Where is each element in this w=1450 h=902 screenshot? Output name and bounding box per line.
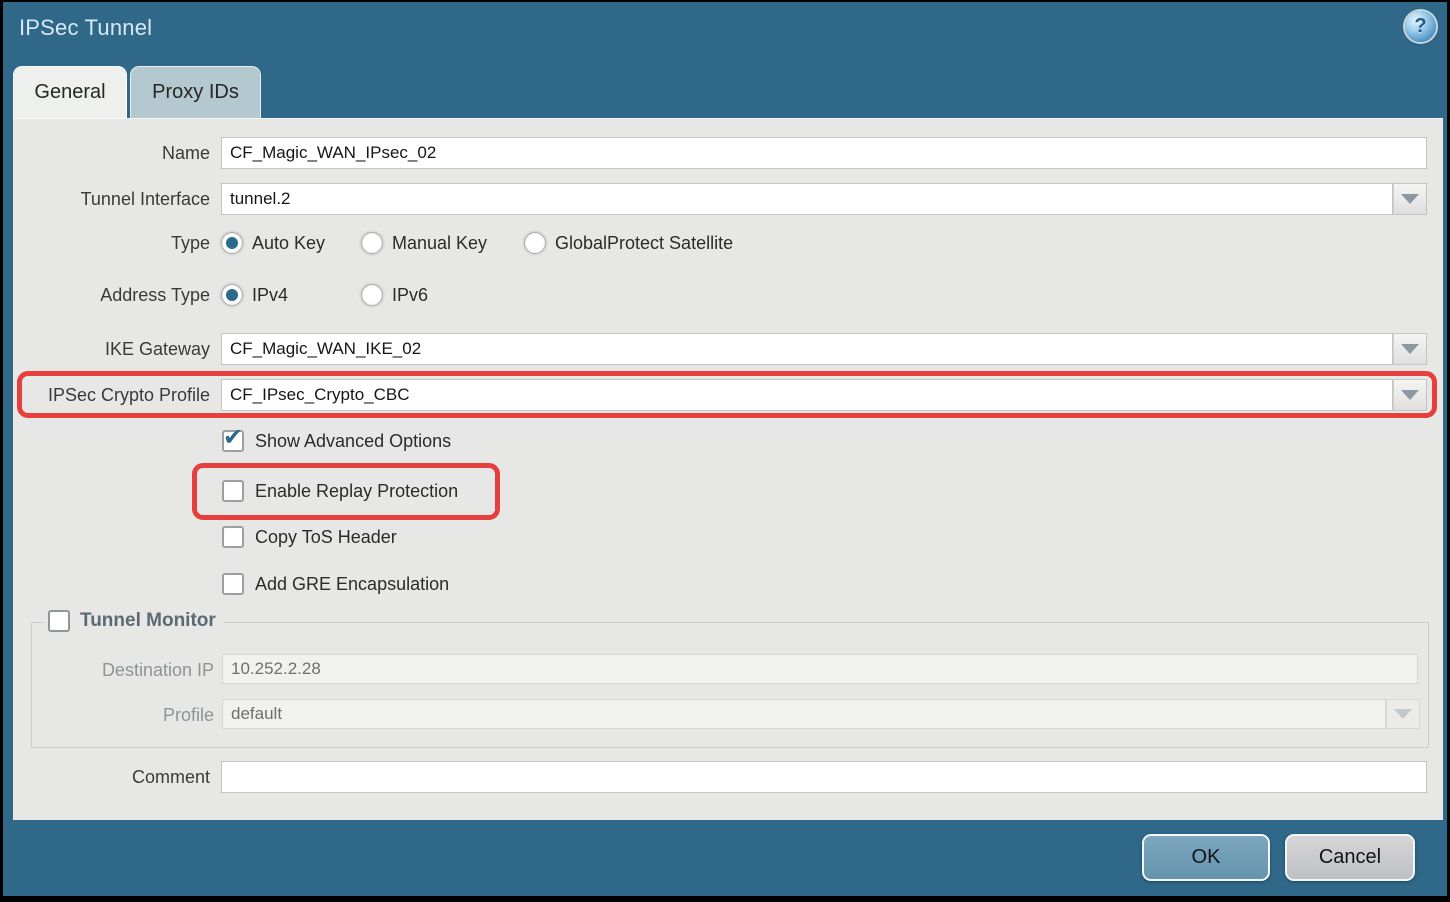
tab-general[interactable]: General (13, 66, 127, 118)
chevron-down-icon (1394, 709, 1412, 719)
checkbox-label: Show Advanced Options (255, 431, 451, 452)
radio-icon (361, 232, 383, 254)
checkbox-label: Add GRE Encapsulation (255, 574, 449, 595)
tunnel-interface-input[interactable] (221, 183, 1393, 215)
destination-ip-input (222, 654, 1418, 684)
comment-input[interactable] (221, 761, 1427, 793)
radio-auto-key[interactable]: Auto Key (221, 231, 325, 255)
radio-ipv4[interactable]: IPv4 (221, 283, 288, 307)
checkbox-label: Copy ToS Header (255, 527, 397, 548)
checkbox-tunnel-monitor[interactable]: ✔ Tunnel Monitor (44, 610, 224, 632)
checkbox-add-gre-encapsulation[interactable]: ✔ Add GRE Encapsulation (222, 572, 449, 596)
ipsec-crypto-profile-input[interactable] (221, 379, 1393, 411)
help-icon[interactable]: ? (1405, 11, 1436, 42)
ipsec-crypto-profile-dropdown-button[interactable] (1393, 379, 1427, 411)
checkbox-icon: ✔ (222, 526, 244, 548)
profile-dropdown-button (1386, 699, 1420, 729)
address-type-label: Address Type (13, 285, 210, 306)
cancel-button[interactable]: Cancel (1285, 834, 1415, 881)
checkbox-label: Enable Replay Protection (255, 481, 458, 502)
tunnel-interface-dropdown-button[interactable] (1393, 183, 1427, 215)
checkbox-icon: ✔ (222, 480, 244, 502)
checkbox-copy-tos-header[interactable]: ✔ Copy ToS Header (222, 525, 397, 549)
radio-label: GlobalProtect Satellite (555, 233, 733, 254)
ike-gateway-input[interactable] (221, 333, 1393, 365)
checkbox-icon: ✔ (48, 610, 70, 632)
name-input[interactable] (221, 137, 1427, 169)
radio-label: IPv6 (392, 285, 428, 306)
destination-ip-label: Destination IP (32, 660, 214, 681)
chevron-down-icon (1401, 344, 1419, 354)
radio-globalprotect-satellite[interactable]: GlobalProtect Satellite (524, 231, 733, 255)
checkbox-show-advanced-options[interactable]: ✔ Show Advanced Options (222, 429, 451, 453)
name-label: Name (13, 143, 210, 164)
radio-label: Manual Key (392, 233, 487, 254)
profile-input (222, 699, 1386, 729)
dialog-frame: IPSec Tunnel ? General Proxy IDs Name Tu… (3, 2, 1447, 896)
ipsec-crypto-profile-label: IPSec Crypto Profile (13, 385, 210, 406)
tunnel-monitor-group: ✔ Tunnel Monitor Destination IP Profile (31, 622, 1429, 748)
profile-label: Profile (32, 705, 214, 726)
tab-proxy-ids[interactable]: Proxy IDs (130, 66, 261, 118)
chevron-down-icon (1401, 194, 1419, 204)
radio-icon (221, 284, 243, 306)
radio-icon (221, 232, 243, 254)
ike-gateway-label: IKE Gateway (13, 339, 210, 360)
radio-icon (524, 232, 546, 254)
dialog-title: IPSec Tunnel (19, 15, 152, 41)
radio-label: Auto Key (252, 233, 325, 254)
checkbox-enable-replay-protection[interactable]: ✔ Enable Replay Protection (222, 479, 458, 503)
radio-icon (361, 284, 383, 306)
type-label: Type (13, 233, 210, 254)
comment-label: Comment (13, 767, 210, 788)
checkbox-icon: ✔ (222, 573, 244, 595)
ok-button[interactable]: OK (1142, 834, 1270, 881)
ipsec-tunnel-dialog: IPSec Tunnel ? General Proxy IDs Name Tu… (0, 0, 1450, 902)
ike-gateway-dropdown-button[interactable] (1393, 333, 1427, 365)
tunnel-interface-label: Tunnel Interface (13, 189, 210, 210)
radio-manual-key[interactable]: Manual Key (361, 231, 487, 255)
radio-label: IPv4 (252, 285, 288, 306)
checkbox-icon: ✔ (222, 430, 244, 452)
general-tab-panel: Name Tunnel Interface Type Auto Key Manu… (13, 118, 1443, 820)
chevron-down-icon (1401, 390, 1419, 400)
radio-ipv6[interactable]: IPv6 (361, 283, 428, 307)
tunnel-monitor-label: Tunnel Monitor (80, 610, 216, 632)
